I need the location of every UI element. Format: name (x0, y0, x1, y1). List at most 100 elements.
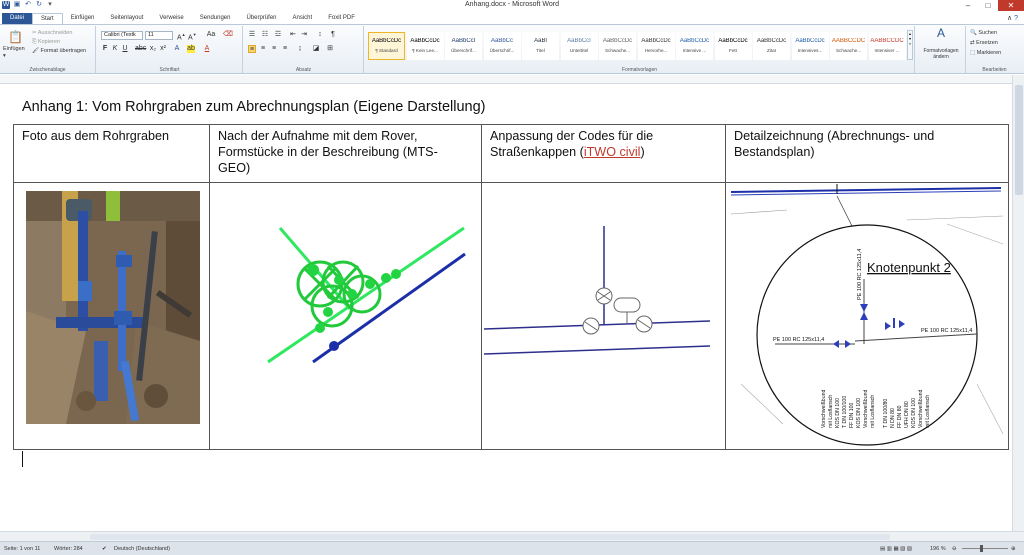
fitting-label: KOS DN 100 (856, 398, 862, 428)
proofing-icon[interactable]: ✔ (102, 546, 107, 552)
tab-insert[interactable]: Einfügen (63, 13, 103, 24)
paste-button[interactable]: Einfügen (3, 46, 25, 52)
paragraph-group-label: Absatz (295, 67, 312, 73)
change-case-icon[interactable]: Aa (205, 31, 217, 39)
text-effects-icon[interactable]: A (173, 45, 181, 53)
tab-foxit-pdf[interactable]: Foxit PDF (320, 13, 363, 24)
align-right-icon[interactable]: ≡ (270, 45, 278, 53)
word-count[interactable]: Wörter: 284 (54, 546, 83, 552)
codes-line-lower (483, 345, 711, 355)
multilevel-list-icon[interactable]: ☲ (274, 31, 282, 39)
style-tile[interactable]: AABBCCDC Schwache... (830, 32, 867, 60)
font-color-icon[interactable]: A (203, 45, 211, 53)
minimize-icon[interactable]: – (958, 0, 978, 11)
trench-photo[interactable] (26, 191, 200, 424)
style-tile[interactable]: AaBbCcDc Intensives... (791, 32, 829, 60)
select-button[interactable]: ⬚ Markieren (970, 50, 1001, 56)
table-header-cell-rover[interactable]: Nach der Aufnahme mit dem Rover, Formstü… (209, 124, 482, 183)
style-tile[interactable]: AaBbCcI Überschrif... (445, 32, 482, 60)
zoom-out-icon[interactable]: ⊖ (952, 546, 957, 552)
table-header-cell-codes[interactable]: Anpassung der Codes für die Straßenkappe… (481, 124, 726, 183)
tab-view[interactable]: Ansicht (285, 13, 321, 24)
change-styles-button[interactable]: Formatvorlagen ändern (918, 48, 964, 60)
minimize-ribbon-icon[interactable]: ∧ (1007, 15, 1012, 22)
justify-icon[interactable]: ≡ (281, 45, 289, 53)
view-buttons[interactable]: ▤ ▥ ▦ ▧ ▨ (880, 546, 912, 552)
tab-mailings[interactable]: Sendungen (192, 13, 239, 24)
zoom-in-icon[interactable]: ⊕ (1011, 546, 1016, 552)
tab-home[interactable]: Start (32, 13, 63, 24)
change-styles-group: A Formatvorlagen ändern (916, 26, 966, 73)
copy-button[interactable]: ⎘ Kopieren (32, 39, 60, 46)
help-icon[interactable]: ? (1014, 15, 1018, 22)
show-formatting-icon[interactable]: ¶ (329, 31, 337, 39)
tab-page-layout[interactable]: Seitenlayout (102, 13, 151, 24)
style-tile[interactable]: AaBbCcDc Schwache... (599, 32, 636, 60)
grow-font-icon[interactable]: A▲ (177, 31, 186, 41)
tab-review[interactable]: Überprüfen (238, 13, 284, 24)
style-gallery-scroll[interactable]: ▴ ▾ ▿ (907, 30, 913, 60)
numbering-icon[interactable]: ☷ (261, 31, 269, 39)
align-center-icon[interactable]: ≡ (259, 45, 267, 53)
tab-file[interactable]: Datei (2, 13, 33, 24)
vertical-scrollbar[interactable] (1012, 75, 1024, 531)
borders-icon[interactable]: ⊞ (326, 45, 334, 53)
highlight-icon[interactable]: ab (187, 45, 195, 53)
bullets-icon[interactable]: ☰ (248, 31, 256, 39)
subscript-icon[interactable]: x₂ (149, 45, 157, 53)
paste-icon[interactable]: 📋 (8, 30, 23, 44)
language-indicator[interactable]: Deutsch (Deutschland) (114, 546, 170, 552)
increase-indent-icon[interactable]: ⇥ (300, 31, 308, 39)
style-tile[interactable]: AaBl Titel (522, 32, 559, 60)
format-painter-button[interactable]: 🖌 Format übertragen (32, 48, 86, 54)
clear-formatting-icon[interactable]: ⌫ (223, 31, 233, 39)
style-tile[interactable]: AaBbCcDc Fett (714, 32, 752, 60)
zoom-slider[interactable] (962, 548, 1008, 549)
font-size-combo[interactable]: 11 (145, 31, 173, 40)
style-tile[interactable]: AaBbCcDc ¶ Kein Lee... (406, 32, 444, 60)
style-tile[interactable]: AaBbCcDc ¶ Standard (368, 32, 405, 60)
rover-sketch[interactable] (210, 184, 480, 450)
horizontal-scrollbar[interactable] (0, 531, 1024, 541)
italic-icon[interactable]: K (111, 45, 119, 53)
bold-icon[interactable]: F (101, 45, 109, 53)
close-icon[interactable]: ✕ (998, 0, 1024, 11)
replace-button[interactable]: ⇄ Ersetzen (970, 40, 998, 46)
shading-icon[interactable]: ◪ (312, 45, 320, 53)
table-header-cell-drawing[interactable]: Detailzeichnung (Abrechnungs- und Bestan… (725, 124, 1009, 183)
decrease-indent-icon[interactable]: ⇤ (289, 31, 297, 39)
style-tile[interactable]: AaBbCcDc Hervorhe... (637, 32, 675, 60)
page-count[interactable]: Seite: 1 von 11 (4, 546, 40, 552)
zoom-level[interactable]: 196 % (930, 546, 946, 552)
detail-drawing[interactable]: Knotenpunkt 2 PE 100 RC 125x11,4 PE 100 … (727, 184, 1007, 450)
tab-references[interactable]: Verweise (151, 13, 191, 24)
align-left-icon[interactable]: ≡ (248, 45, 256, 53)
find-button[interactable]: 🔍 Suchen (970, 30, 997, 36)
change-styles-icon[interactable]: A (934, 27, 948, 43)
sort-icon[interactable]: ↕ (316, 31, 324, 39)
codes-sketch[interactable] (482, 184, 724, 450)
table-header-row: Foto aus dem Rohrgraben Nach der Aufnahm… (13, 124, 1009, 183)
style-tile[interactable]: AaBbCcDc Zitat (753, 32, 790, 60)
font-name-combo[interactable]: Calibri (Textk (101, 31, 143, 40)
underline-icon[interactable]: U (121, 45, 129, 53)
style-tile[interactable]: AABBCCDC Intensiver ... (868, 32, 906, 60)
shrink-font-icon[interactable]: A▼ (188, 31, 197, 41)
line-spacing-icon[interactable]: ↨ (296, 45, 304, 53)
maximize-icon[interactable]: □ (978, 0, 998, 11)
style-name: Schwache... (604, 48, 631, 53)
style-tile[interactable]: AaBbCcDc Intensive ... (676, 32, 713, 60)
horizontal-scroll-thumb[interactable] (90, 534, 890, 540)
style-name: Intensive ... (682, 48, 707, 53)
superscript-icon[interactable]: x² (159, 45, 167, 53)
fitting-label: mit Losflansch (828, 395, 834, 428)
style-tile[interactable]: AaBbCc Überschrif... (483, 32, 521, 60)
paste-dropdown-icon[interactable]: ▾ (3, 53, 6, 59)
cut-button[interactable]: ✂ Ausschneiden (32, 30, 72, 36)
table-header-cell-photo[interactable]: Foto aus dem Rohrgraben (13, 124, 210, 183)
strikethrough-icon[interactable]: abc (135, 45, 146, 53)
horizontal-ruler[interactable] (0, 75, 1012, 84)
style-tile[interactable]: AaBbCcI Untertitel (560, 32, 598, 60)
vertical-scroll-thumb[interactable] (1015, 85, 1023, 195)
zoom-slider-thumb[interactable] (980, 545, 983, 552)
